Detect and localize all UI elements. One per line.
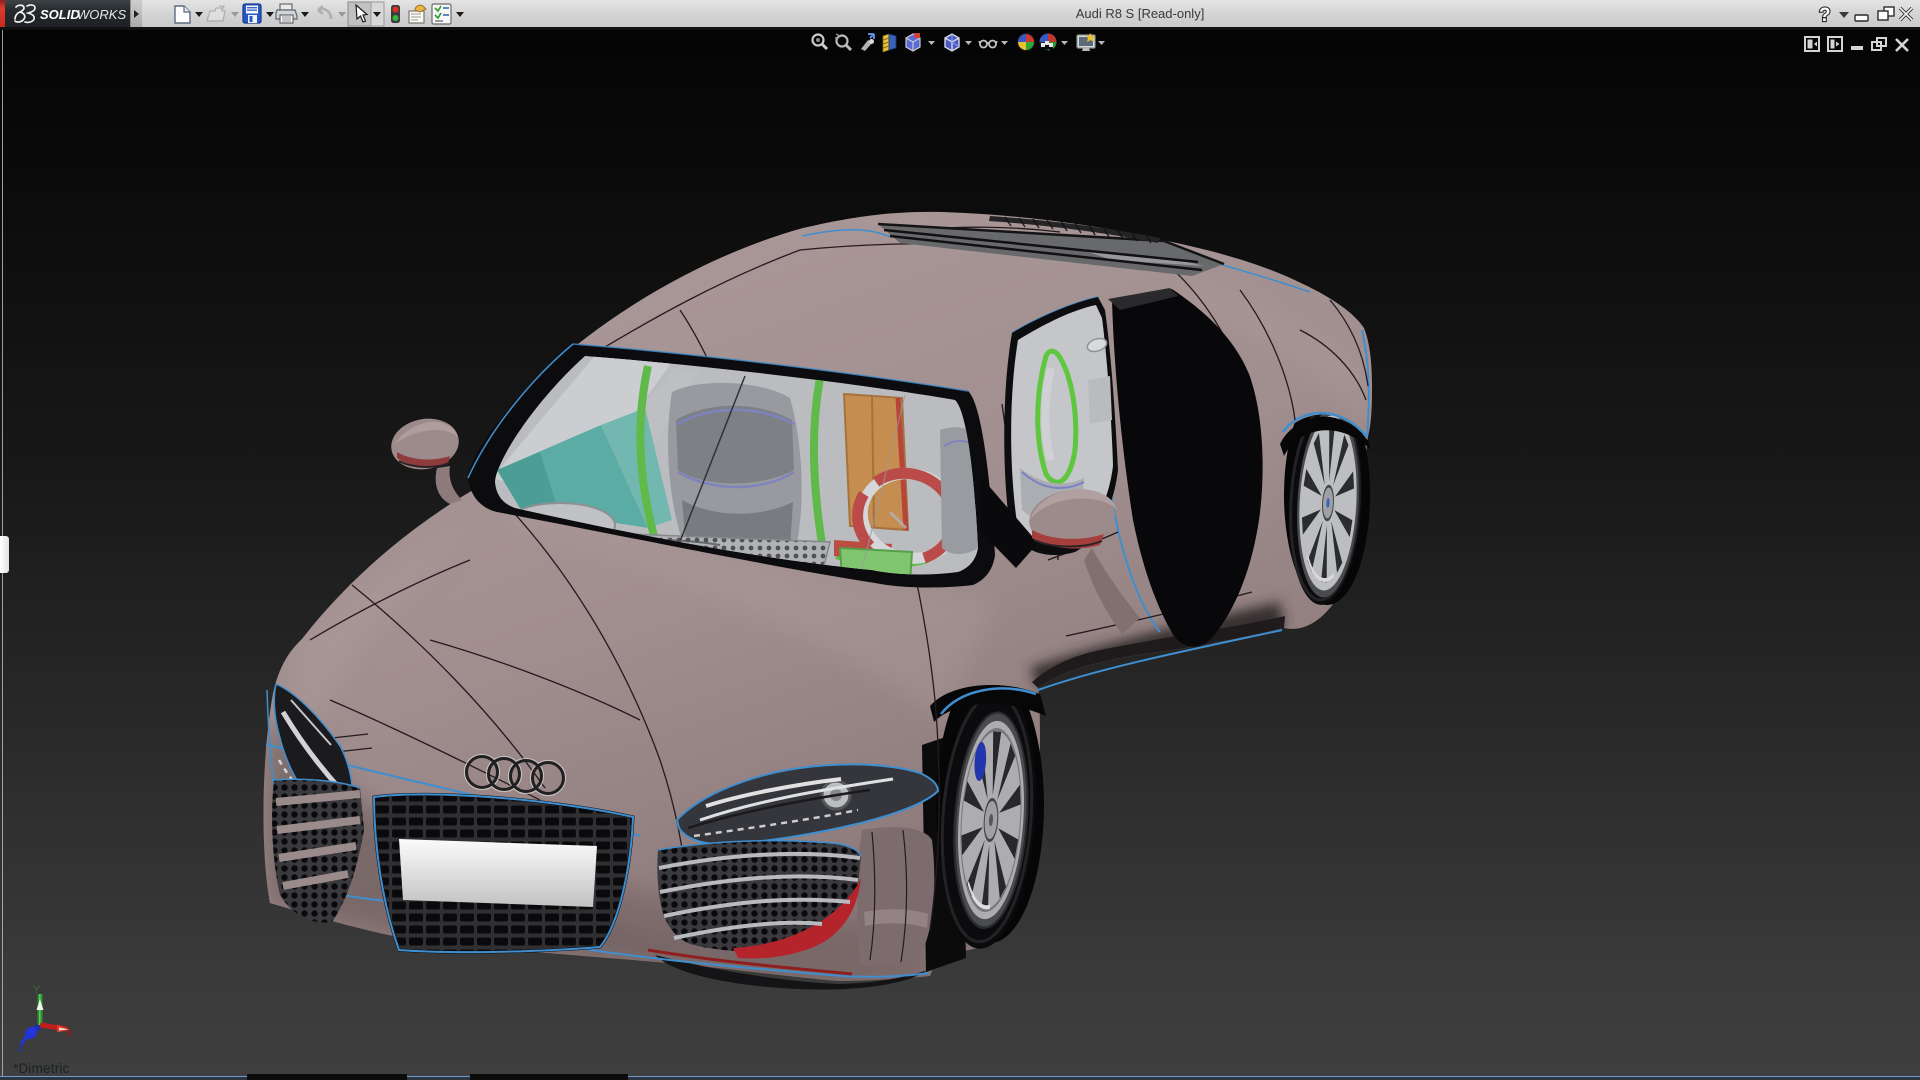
svg-text:x: x bbox=[65, 1025, 73, 1039]
svg-text:z: z bbox=[17, 1040, 24, 1054]
svg-text:?: ? bbox=[1819, 5, 1831, 26]
